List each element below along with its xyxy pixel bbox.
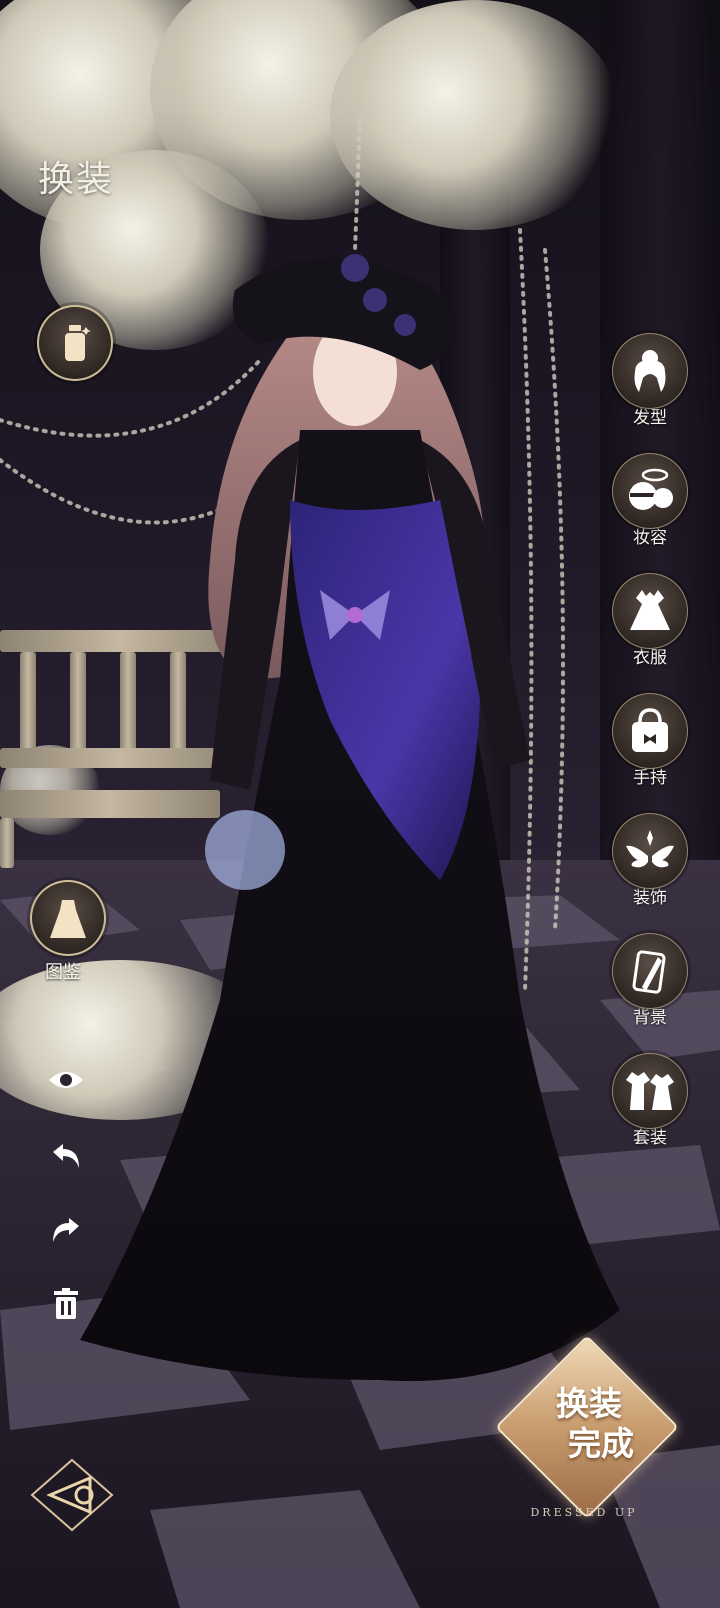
navigation-button[interactable] bbox=[28, 1456, 116, 1534]
handbag-icon bbox=[632, 708, 668, 752]
dress-icon bbox=[630, 590, 670, 630]
category-makeup[interactable]: 妆容 bbox=[610, 453, 690, 548]
background-button[interactable] bbox=[612, 933, 688, 1009]
makeup-button[interactable] bbox=[612, 453, 688, 529]
outfit-set-icon bbox=[626, 1072, 674, 1110]
dressed-up-line2: 完成 bbox=[568, 1424, 634, 1463]
wings-ornament-icon bbox=[626, 830, 674, 868]
page-title: 换装 bbox=[38, 159, 115, 200]
bottle-icon bbox=[65, 325, 91, 361]
redo-icon bbox=[53, 1218, 79, 1242]
hairstyle-button[interactable] bbox=[612, 333, 688, 409]
hairstyle-icon bbox=[634, 350, 666, 392]
gallery-button[interactable] bbox=[30, 880, 106, 956]
gallery-label: 图鉴 bbox=[45, 962, 81, 982]
category-hairstyle[interactable]: 发型 bbox=[610, 333, 690, 428]
background-card-icon bbox=[632, 950, 666, 994]
outfit-set-button[interactable] bbox=[612, 1053, 688, 1129]
trash-icon bbox=[54, 1288, 78, 1319]
dressed-up-button[interactable]: 换装 完成 DRESSED UP bbox=[484, 1335, 684, 1538]
toggle-visibility-button[interactable] bbox=[46, 1060, 86, 1100]
handheld-button[interactable] bbox=[612, 693, 688, 769]
eye-icon bbox=[49, 1072, 83, 1088]
dressed-up-line1: 换装 bbox=[556, 1384, 622, 1423]
category-handheld[interactable]: 手持 bbox=[610, 693, 690, 788]
delete-button[interactable] bbox=[46, 1284, 86, 1324]
undo-icon bbox=[53, 1144, 79, 1168]
category-background[interactable]: 背景 bbox=[610, 933, 690, 1028]
triangle-eye-icon bbox=[30, 1458, 114, 1532]
makeup-icon bbox=[629, 468, 673, 510]
redo-button[interactable] bbox=[46, 1210, 86, 1250]
dressed-up-subtitle: DRESSED UP bbox=[530, 1506, 638, 1519]
category-clothing[interactable]: 衣服 bbox=[610, 573, 690, 668]
clothing-button[interactable] bbox=[612, 573, 688, 649]
gown-gallery-icon bbox=[50, 900, 86, 938]
category-decoration[interactable]: 装饰 bbox=[610, 813, 690, 908]
decoration-button[interactable] bbox=[612, 813, 688, 889]
bottle-item-button[interactable] bbox=[37, 305, 113, 381]
category-outfit-set[interactable]: 套装 bbox=[610, 1053, 690, 1148]
undo-button[interactable] bbox=[46, 1136, 86, 1176]
